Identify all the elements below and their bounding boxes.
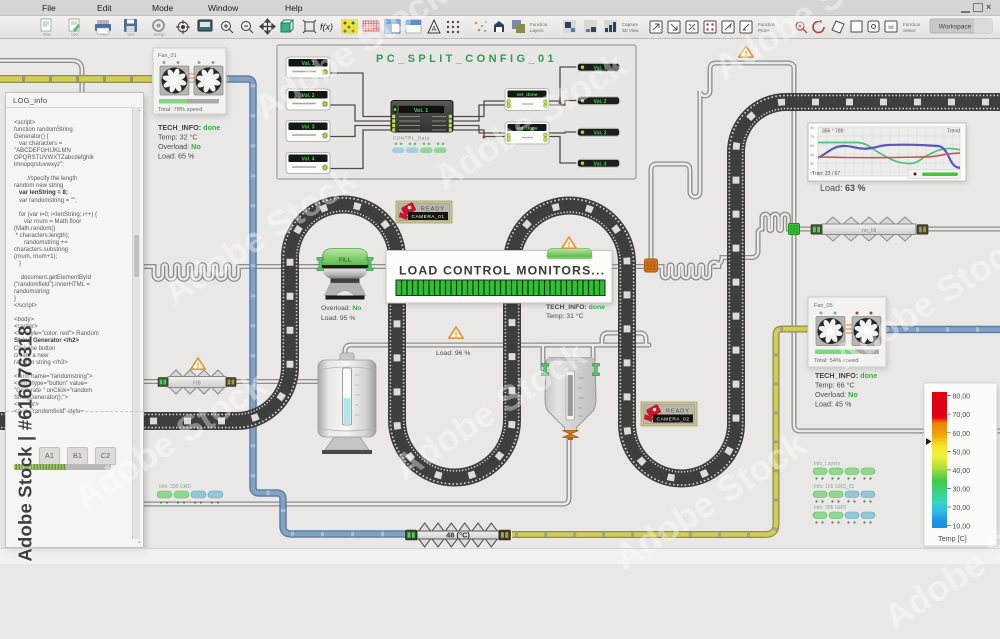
svg-text:Fan_01: Fan_01	[158, 53, 177, 59]
svg-text:Vol. 2: Vol. 2	[594, 99, 607, 105]
svg-text:356 ° 789: 356 ° 789	[822, 129, 844, 135]
svg-text:Vol. 1: Vol. 1	[414, 108, 428, 114]
svg-text:Vol. 2: Vol. 2	[302, 93, 315, 99]
svg-text:Overload: No: Overload: No	[321, 305, 361, 312]
svg-text:CAMERA_02: CAMERA_02	[656, 417, 689, 423]
svg-text:CAMERA_01: CAMERA_01	[411, 214, 444, 220]
svg-text:set_done: set_done	[516, 92, 537, 98]
svg-text:50,00: 50,00	[953, 449, 971, 456]
svg-text:Overload: No: Overload: No	[815, 390, 858, 399]
svg-text:Load: 65 %: Load: 65 %	[158, 152, 195, 161]
svg-text:Temp: 31 °C: Temp: 31 °C	[546, 312, 584, 320]
svg-text:Info: 395 GRD: Info: 395 GRD	[159, 484, 191, 490]
svg-text:Vol. 1: Vol. 1	[302, 61, 315, 67]
svg-text:READY: READY	[666, 409, 690, 415]
svg-text:LOAD CONTROL MONITORS...: LOAD CONTROL MONITORS...	[399, 264, 605, 278]
svg-text:48 (°C): 48 (°C)	[446, 531, 470, 540]
svg-text:FIB: FIB	[193, 381, 201, 387]
svg-text:Temp [C]: Temp [C]	[938, 534, 967, 543]
svg-text:Total: 78% speed: Total: 78% speed	[158, 107, 202, 113]
svg-text:60,00: 60,00	[953, 431, 971, 438]
svg-text:Vol. 4: Vol. 4	[594, 161, 607, 167]
svg-text:TECH_INFO: done: TECH_INFO: done	[158, 123, 220, 132]
svg-text:!: !	[745, 51, 747, 58]
svg-text:Info_Layers: Info_Layers	[814, 461, 841, 467]
svg-text:CONTRL_Data: CONTRL_Data	[393, 136, 430, 141]
svg-text:Load: 45 %: Load: 45 %	[815, 400, 852, 409]
svg-text:READY: READY	[421, 207, 445, 213]
svg-text:Vol. 3: Vol. 3	[594, 130, 607, 136]
svg-text:Load: 96 %: Load: 96 %	[436, 350, 470, 357]
svg-text:Fan_05: Fan_05	[814, 303, 833, 309]
svg-text:45: 45	[810, 153, 814, 157]
svg-text:Info: 165 GRD_01: Info: 165 GRD_01	[814, 484, 855, 490]
svg-text:10,00: 10,00	[953, 524, 971, 531]
svg-text:Vol. 3: Vol. 3	[302, 124, 315, 130]
svg-text:80,00: 80,00	[953, 394, 971, 401]
svg-text:90: 90	[810, 126, 814, 130]
svg-text:FILL: FILL	[339, 258, 352, 264]
svg-text:Info: 395 GRD: Info: 395 GRD	[814, 505, 846, 511]
svg-text:70,00: 70,00	[953, 412, 971, 419]
svg-text:TECH_INFO: done: TECH_INFO: done	[546, 304, 605, 311]
svg-text:Load: 63 %: Load: 63 %	[820, 183, 866, 193]
svg-text:Vol. 4: Vol. 4	[302, 156, 315, 162]
svg-text:75: 75	[810, 135, 814, 139]
svg-text:30,00: 30,00	[953, 487, 971, 494]
svg-text:!: !	[568, 242, 570, 249]
svg-text:Trend: Trend	[947, 129, 960, 135]
svg-text:!: !	[197, 363, 199, 370]
svg-text:20,00: 20,00	[953, 505, 971, 512]
svg-text:PC_SPLIT_CONFIG_01: PC_SPLIT_CONFIG_01	[376, 53, 557, 65]
svg-text:Total: 54% speed: Total: 54% speed	[814, 358, 858, 364]
svg-text:set_done: set_done	[516, 126, 537, 132]
svg-text:60: 60	[810, 144, 814, 148]
svg-text:30: 30	[810, 162, 814, 166]
svg-text:Overload: No: Overload: No	[158, 142, 201, 151]
svg-text:40,00: 40,00	[953, 468, 971, 475]
svg-text:no_fill: no_fill	[862, 228, 876, 234]
svg-text:Temp: 66 °C: Temp: 66 °C	[815, 381, 855, 390]
svg-text:Tran: 23 / 67: Tran: 23 / 67	[812, 171, 840, 177]
svg-text:TECH_INFO: done: TECH_INFO: done	[815, 371, 877, 380]
svg-text:!: !	[455, 332, 457, 339]
svg-text:Temp: 32 °C: Temp: 32 °C	[158, 133, 198, 142]
svg-text:Vol. 1: Vol. 1	[594, 65, 607, 71]
svg-text:Load: 95 %: Load: 95 %	[321, 315, 355, 322]
